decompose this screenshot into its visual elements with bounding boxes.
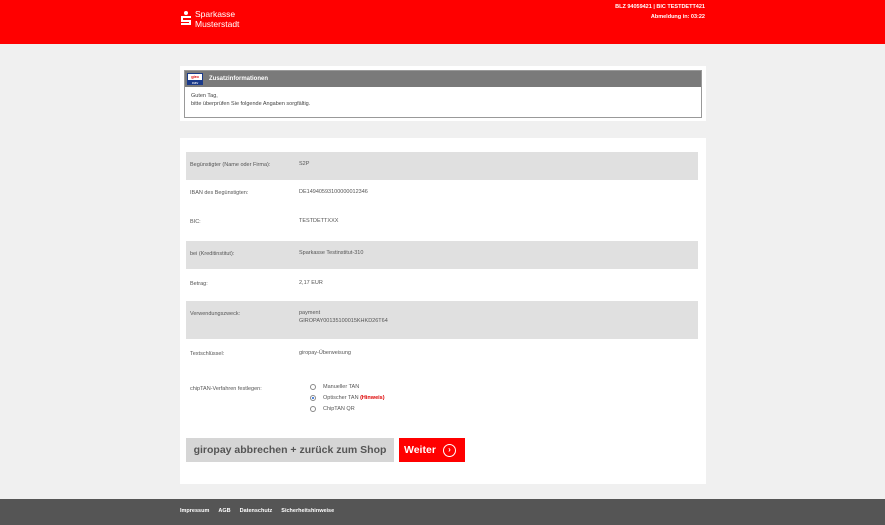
row-tan-method: chipTAN-Verfahren festlegen: Manueller T… — [186, 373, 698, 428]
radio-label: Optischer TAN — [323, 395, 359, 401]
footer: Impressum AGB Datenschutz Sicherheitshin… — [0, 499, 885, 525]
purpose-line-1: payment — [299, 310, 321, 316]
logout-timer: Abmeldung in: 03:22 — [650, 14, 705, 20]
row-value: TESTDETTXXX — [299, 218, 339, 224]
row-amount: Betrag: 2,17 EUR — [186, 269, 698, 301]
row-label: Verwendungszweck: — [190, 311, 241, 317]
radio-label: Manueller TAN — [323, 384, 360, 390]
next-button-label: Weiter — [404, 444, 436, 456]
header-bar: Sparkasse Musterstadt BLZ 94059421 | BIC… — [0, 0, 885, 44]
row-value: DE14940593100000012346 — [299, 189, 368, 195]
next-button[interactable]: Weiter › — [399, 438, 465, 462]
info-header: giro pay Zusatzinformationen — [185, 71, 701, 87]
radio-button[interactable] — [310, 406, 316, 412]
row-beneficiary: Begünstigter (Name oder Firma): S2P — [186, 152, 698, 180]
session-info: BLZ 94059421 | BIC TESTDETT421 Abmeldung… — [615, 2, 705, 22]
row-purpose: Verwendungszweck: payment GIROPAY0013510… — [186, 301, 698, 339]
info-box: giro pay Zusatzinformationen Guten Tag, … — [184, 70, 702, 118]
row-text-key: Textschlüssel: giropay-Überweisung — [186, 339, 698, 373]
radio-manual-tan[interactable]: Manueller TAN — [310, 384, 359, 390]
cancel-button[interactable]: giropay abbrechen + zurück zum Shop — [186, 438, 394, 462]
row-bic: BIC: TESTDETTXXX — [186, 209, 698, 241]
radio-button-selected[interactable] — [310, 395, 316, 401]
giropay-logo-icon: giro pay — [187, 73, 203, 85]
sparkasse-logo[interactable]: Sparkasse Musterstadt — [181, 9, 239, 29]
row-bank: bei (Kreditinstitut): Sparkasse Testinst… — [186, 241, 698, 269]
sparkasse-s-icon — [181, 11, 191, 25]
row-label: Begünstigter (Name oder Firma): — [190, 162, 271, 168]
radio-label: ChipTAN QR — [323, 406, 355, 412]
hint-link[interactable]: (Hinweis) — [360, 395, 384, 401]
payment-panel: Begünstigter (Name oder Firma): S2P IBAN… — [180, 138, 706, 484]
row-value: Sparkasse Testinstitut-310 — [299, 250, 364, 256]
chevron-right-icon: › — [442, 443, 456, 457]
info-panel: giro pay Zusatzinformationen Guten Tag, … — [180, 66, 706, 121]
row-value: 2,17 EUR — [299, 280, 323, 286]
footer-link-datenschutz[interactable]: Datenschutz — [240, 508, 273, 514]
footer-link-agb[interactable]: AGB — [218, 508, 230, 514]
row-iban: IBAN des Begünstigten: DE149405931000000… — [186, 180, 698, 209]
footer-link-sicherheitshinweise[interactable]: Sicherheitshinweise — [281, 508, 334, 514]
row-label: BIC: — [190, 219, 201, 225]
radio-button[interactable] — [310, 384, 316, 390]
radio-optical-tan[interactable]: Optischer TAN (Hinweis) — [310, 395, 385, 401]
row-value: S2P — [299, 161, 310, 167]
bank-name: Sparkasse Musterstadt — [195, 9, 240, 29]
tan-method-label: chipTAN-Verfahren festlegen: — [190, 386, 262, 392]
row-value: giropay-Überweisung — [299, 350, 351, 356]
greeting-text: Guten Tag, — [191, 93, 218, 99]
row-label: Betrag: — [190, 281, 208, 287]
row-label: Textschlüssel: — [190, 351, 225, 357]
footer-links: Impressum AGB Datenschutz Sicherheitshin… — [180, 508, 343, 514]
row-value: payment GIROPAY00135100015KHKD26T64 — [299, 309, 388, 325]
row-label: IBAN des Begünstigten: — [190, 190, 249, 196]
purpose-line-2: GIROPAY00135100015KHKD26T64 — [299, 318, 388, 324]
row-label: bei (Kreditinstitut): — [190, 251, 235, 257]
radio-chiptan-qr[interactable]: ChipTAN QR — [310, 406, 355, 412]
info-message: Guten Tag, bitte überprüfen Sie folgende… — [185, 87, 701, 113]
footer-link-impressum[interactable]: Impressum — [180, 508, 209, 514]
instruction-text: bitte überprüfen Sie folgende Angaben so… — [191, 101, 311, 107]
blz-bic-text: BLZ 94059421 | BIC TESTDETT421 — [615, 4, 705, 10]
info-title: Zusatzinformationen — [209, 76, 269, 82]
